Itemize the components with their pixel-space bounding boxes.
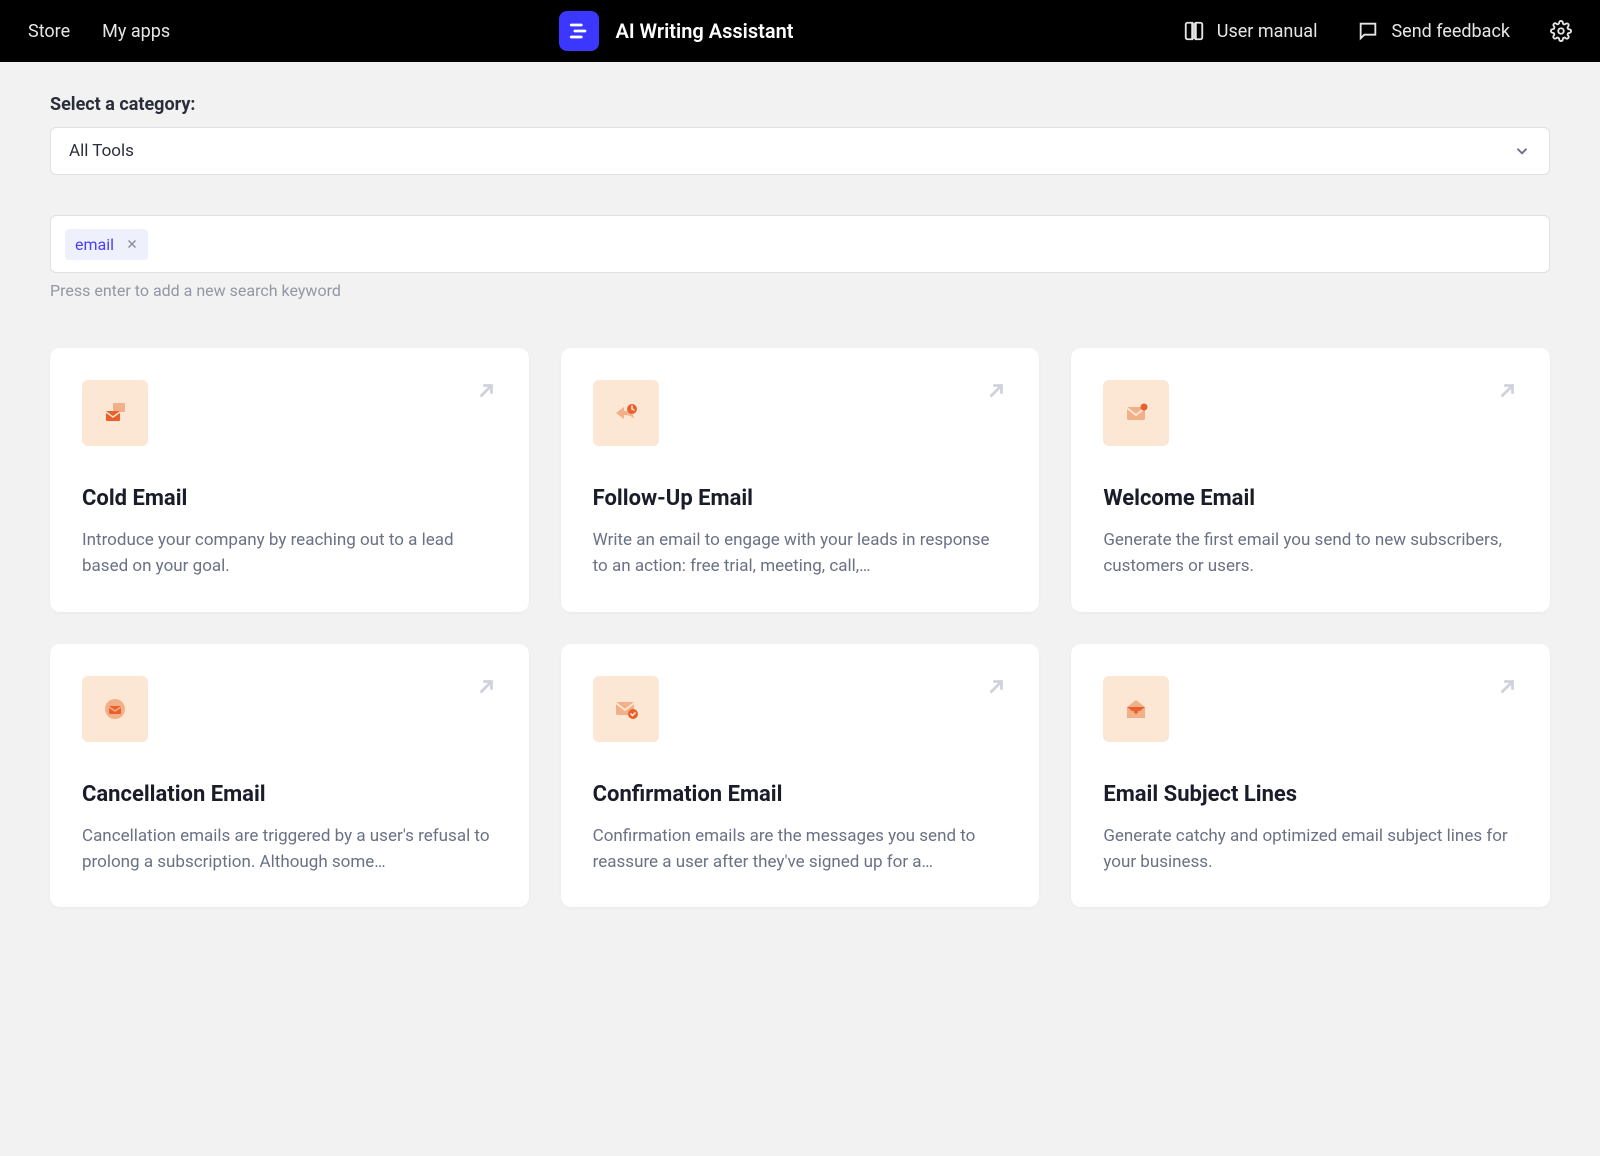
send-feedback-button[interactable]: Send feedback xyxy=(1357,20,1510,42)
store-link[interactable]: Store xyxy=(28,21,70,42)
category-selected-value: All Tools xyxy=(69,141,134,161)
card-title: Welcome Email xyxy=(1103,486,1518,511)
user-manual-button[interactable]: User manual xyxy=(1183,20,1318,42)
my-apps-link[interactable]: My apps xyxy=(102,21,170,42)
mail-send-icon xyxy=(82,380,148,446)
tool-card-cold-email[interactable]: Cold Email Introduce your company by rea… xyxy=(50,348,529,612)
settings-button[interactable] xyxy=(1550,20,1572,42)
book-icon xyxy=(1183,20,1205,42)
open-arrow-icon xyxy=(475,380,497,402)
main-content: Select a category: All Tools email Press… xyxy=(0,62,1600,947)
card-title: Follow-Up Email xyxy=(593,486,1008,511)
user-manual-label: User manual xyxy=(1217,21,1318,42)
tool-card-email-subject-lines[interactable]: Email Subject Lines Generate catchy and … xyxy=(1071,644,1550,908)
chevron-down-icon xyxy=(1513,142,1531,160)
reply-clock-icon xyxy=(593,380,659,446)
card-title: Cancellation Email xyxy=(82,782,497,807)
search-chip-text: email xyxy=(75,235,114,254)
tool-card-welcome-email[interactable]: Welcome Email Generate the first email y… xyxy=(1071,348,1550,612)
card-description: Cancellation emails are triggered by a u… xyxy=(82,823,497,876)
card-title: Confirmation Email xyxy=(593,782,1008,807)
card-header xyxy=(593,676,1008,742)
card-title: Email Subject Lines xyxy=(1103,782,1518,807)
card-description: Generate the first email you send to new… xyxy=(1103,527,1518,580)
open-arrow-icon xyxy=(985,380,1007,402)
app-logo-icon xyxy=(559,11,599,51)
topbar: Store My apps AI Writing Assistant User … xyxy=(0,0,1600,62)
tool-card-confirmation-email[interactable]: Confirmation Email Confirmation emails a… xyxy=(561,644,1040,908)
topbar-center: AI Writing Assistant xyxy=(170,11,1183,51)
card-title: Cold Email xyxy=(82,486,497,511)
category-label: Select a category: xyxy=(50,94,1550,115)
open-arrow-icon xyxy=(1496,676,1518,698)
card-header xyxy=(82,380,497,446)
card-description: Write an email to engage with your leads… xyxy=(593,527,1008,580)
card-description: Introduce your company by reaching out t… xyxy=(82,527,497,580)
tool-card-follow-up-email[interactable]: Follow-Up Email Write an email to engage… xyxy=(561,348,1040,612)
card-description: Generate catchy and optimized email subj… xyxy=(1103,823,1518,876)
mail-check-icon xyxy=(593,676,659,742)
card-header xyxy=(82,676,497,742)
search-input[interactable]: email xyxy=(50,215,1550,273)
card-description: Confirmation emails are the messages you… xyxy=(593,823,1008,876)
topbar-nav-right: User manual Send feedback xyxy=(1183,20,1572,42)
mail-circle-icon xyxy=(82,676,148,742)
card-header xyxy=(1103,380,1518,446)
card-header xyxy=(1103,676,1518,742)
search-chip: email xyxy=(65,229,148,260)
gear-icon xyxy=(1550,20,1572,42)
topbar-nav-left: Store My apps xyxy=(28,21,170,42)
chip-remove-icon[interactable] xyxy=(126,238,138,250)
search-hint: Press enter to add a new search keyword xyxy=(50,281,1550,300)
category-select[interactable]: All Tools xyxy=(50,127,1550,175)
open-arrow-icon xyxy=(985,676,1007,698)
mail-open-icon xyxy=(1103,676,1169,742)
send-feedback-label: Send feedback xyxy=(1391,21,1510,42)
open-arrow-icon xyxy=(1496,380,1518,402)
tool-card-cancellation-email[interactable]: Cancellation Email Cancellation emails a… xyxy=(50,644,529,908)
app-title: AI Writing Assistant xyxy=(615,19,793,43)
card-header xyxy=(593,380,1008,446)
cards-grid: Cold Email Introduce your company by rea… xyxy=(50,348,1550,907)
mail-dot-icon xyxy=(1103,380,1169,446)
chat-icon xyxy=(1357,20,1379,42)
open-arrow-icon xyxy=(475,676,497,698)
